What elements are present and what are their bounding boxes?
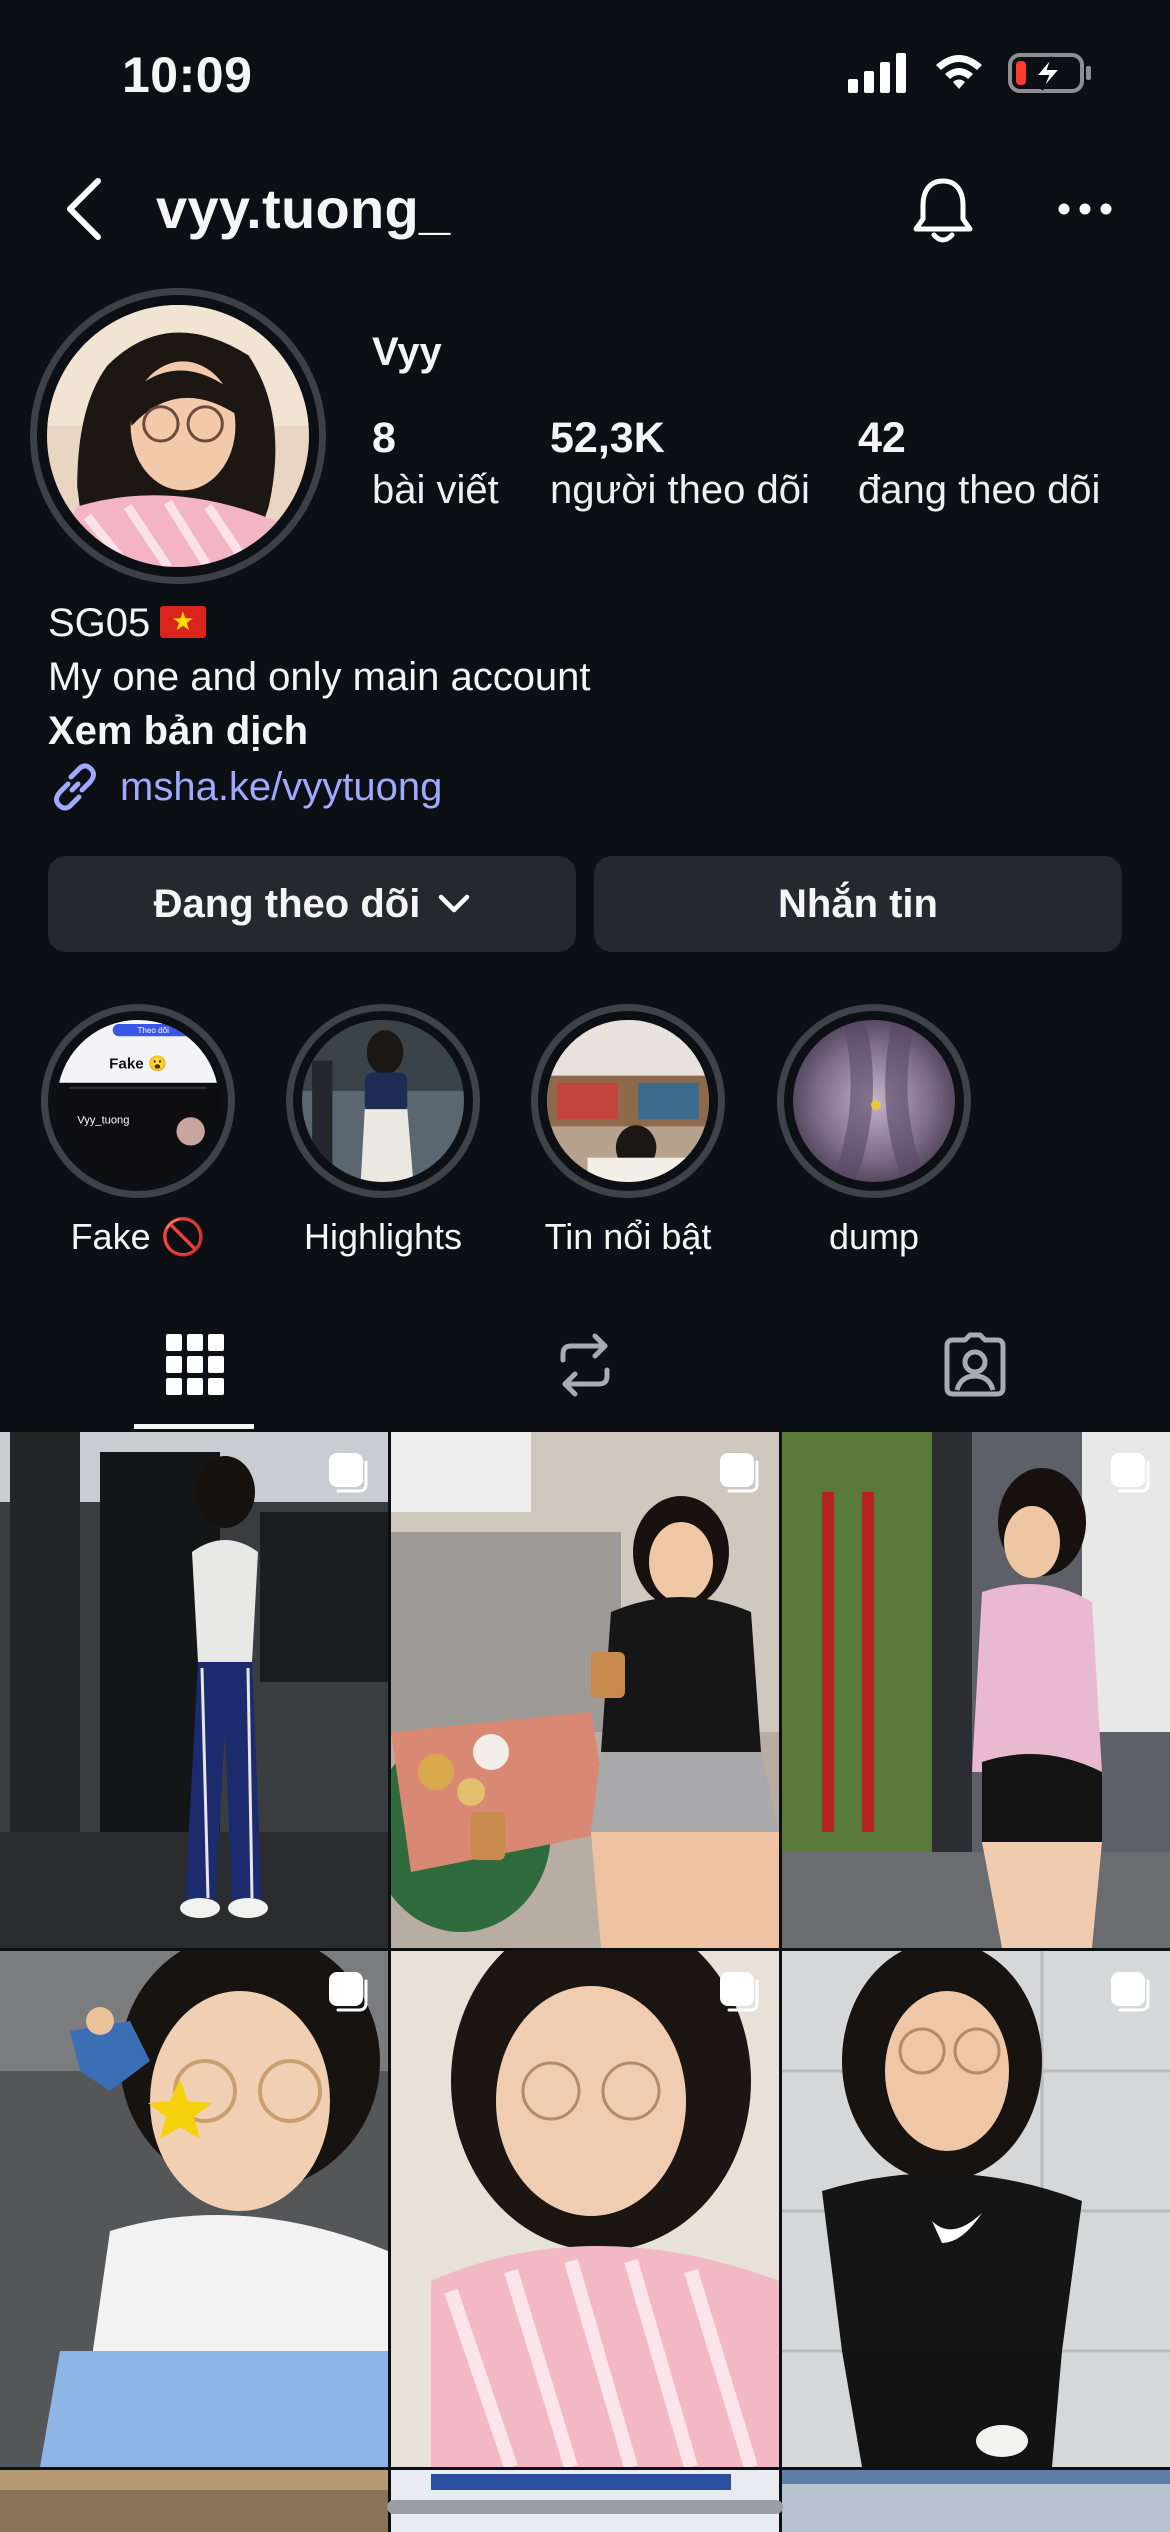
wifi-icon xyxy=(936,55,982,89)
reel-badge-icon xyxy=(720,1453,759,1493)
profile-tabs xyxy=(0,1300,1170,1430)
message-button-label: Nhắn tin xyxy=(778,881,938,926)
preview-fake-title: Fake 😮 xyxy=(109,1055,167,1073)
reel-badge-icon xyxy=(1111,1453,1150,1493)
post-thumbnail[interactable] xyxy=(391,1951,779,2467)
message-button[interactable]: Nhắn tin xyxy=(594,856,1122,952)
highlight-label: Highlights xyxy=(303,1216,463,1257)
post-thumbnail[interactable] xyxy=(782,2470,1170,2532)
post-thumbnail[interactable] xyxy=(0,1951,388,2467)
vietnam-flag-icon xyxy=(160,604,207,638)
highlight-tin-noi-bat[interactable]: Tin nổi bật xyxy=(518,1004,738,1258)
chevron-down-icon xyxy=(439,894,470,913)
tagged-icon xyxy=(944,1332,1006,1397)
active-tab-indicator xyxy=(134,1424,254,1429)
highlight-cover xyxy=(793,1020,955,1182)
bio-link[interactable]: msha.ke/vyytuong xyxy=(48,760,1128,814)
reels-icon xyxy=(560,1333,610,1397)
tab-posts[interactable] xyxy=(0,1300,390,1430)
back-button[interactable] xyxy=(54,174,114,244)
display-name: Vyy xyxy=(372,330,442,374)
reel-badge-icon xyxy=(1111,1972,1150,2012)
following-button[interactable]: Đang theo dõi xyxy=(48,856,576,952)
highlight-highlights[interactable]: Highlights xyxy=(273,1004,493,1258)
profile-stats: 8 bài viết 52,3K người theo dõi 42 đang … xyxy=(372,412,1152,522)
highlight-ring: Theo dõi Fake 😮 Vyy_tuong xyxy=(41,1004,235,1198)
avatar xyxy=(47,305,309,567)
home-indicator[interactable] xyxy=(387,2500,783,2514)
stat-followers[interactable]: 52,3K người theo dõi xyxy=(550,412,810,516)
stat-followers-label: người theo dõi xyxy=(550,468,810,512)
bell-icon xyxy=(913,178,973,243)
stat-following[interactable]: 42 đang theo dõi xyxy=(858,412,1100,516)
tab-reposts[interactable] xyxy=(390,1300,780,1430)
highlight-dump[interactable]: dump xyxy=(764,1004,984,1258)
more-options-button[interactable] xyxy=(1050,174,1120,244)
bio-line-1-text: SG05 xyxy=(48,601,151,645)
notifications-button[interactable] xyxy=(904,170,982,250)
status-time: 10:09 xyxy=(122,47,253,103)
post-thumbnail[interactable] xyxy=(782,1951,1170,2467)
more-dots-icon xyxy=(1058,203,1112,215)
highlight-label: dump xyxy=(828,1216,920,1257)
stat-posts-label: bài viết xyxy=(372,468,499,512)
stat-posts-value: 8 xyxy=(372,414,396,462)
preview-username: Vyy_tuong xyxy=(77,1114,129,1126)
post-thumbnail[interactable] xyxy=(0,1432,388,1948)
profile-bio: SG05 My one and only main account Xem bả… xyxy=(48,596,1128,814)
post-thumbnail[interactable] xyxy=(782,1432,1170,1948)
highlight-label: Tin nổi bật xyxy=(544,1216,712,1257)
stat-posts[interactable]: 8 bài viết xyxy=(372,412,499,516)
highlight-cover xyxy=(302,1020,464,1182)
status-icons xyxy=(848,52,1092,94)
highlight-cover: Theo dõi Fake 😮 Vyy_tuong xyxy=(57,1020,219,1182)
highlight-ring xyxy=(286,1004,480,1198)
highlight-cover xyxy=(547,1020,709,1182)
status-bar: 10:09 xyxy=(0,0,1170,150)
profile-header: vyy.tuong_ xyxy=(0,160,1170,260)
grid-icon xyxy=(166,1334,224,1395)
tab-tagged[interactable] xyxy=(780,1300,1170,1430)
stat-following-label: đang theo dõi xyxy=(858,468,1101,512)
link-icon xyxy=(54,763,96,811)
highlight-ring xyxy=(777,1004,971,1198)
highlight-label: Fake 🚫 xyxy=(70,1216,206,1257)
profile-username: vyy.tuong_ xyxy=(156,177,451,240)
see-translation-link[interactable]: Xem bản dịch xyxy=(48,704,1128,758)
post-thumbnail[interactable] xyxy=(391,1432,779,1948)
bio-link-text[interactable]: msha.ke/vyytuong xyxy=(120,760,442,814)
back-arrow-icon xyxy=(67,178,101,240)
reel-badge-icon xyxy=(329,1972,368,2012)
highlight-ring xyxy=(531,1004,725,1198)
bio-line-2: My one and only main account xyxy=(48,655,591,699)
cellular-signal-icon xyxy=(848,53,906,93)
post-thumbnail[interactable] xyxy=(0,2470,388,2532)
stat-following-value: 42 xyxy=(858,414,906,462)
reel-badge-icon xyxy=(720,1972,759,2012)
story-highlights: Theo dõi Fake 😮 Vyy_tuong Fake 🚫 Highlig… xyxy=(0,1004,1170,1264)
battery-charging-icon xyxy=(1008,53,1091,93)
highlight-fake[interactable]: Theo dõi Fake 😮 Vyy_tuong Fake 🚫 xyxy=(28,1004,248,1258)
reel-badge-icon xyxy=(329,1453,368,1493)
following-button-label: Đang theo dõi xyxy=(153,881,421,926)
posts-grid xyxy=(0,1432,1170,2532)
preview-follow-tab: Theo dõi xyxy=(137,1026,169,1035)
stat-followers-value: 52,3K xyxy=(550,414,665,462)
bio-line-1: SG05 xyxy=(48,596,1128,650)
profile-avatar-ring[interactable] xyxy=(30,288,326,584)
